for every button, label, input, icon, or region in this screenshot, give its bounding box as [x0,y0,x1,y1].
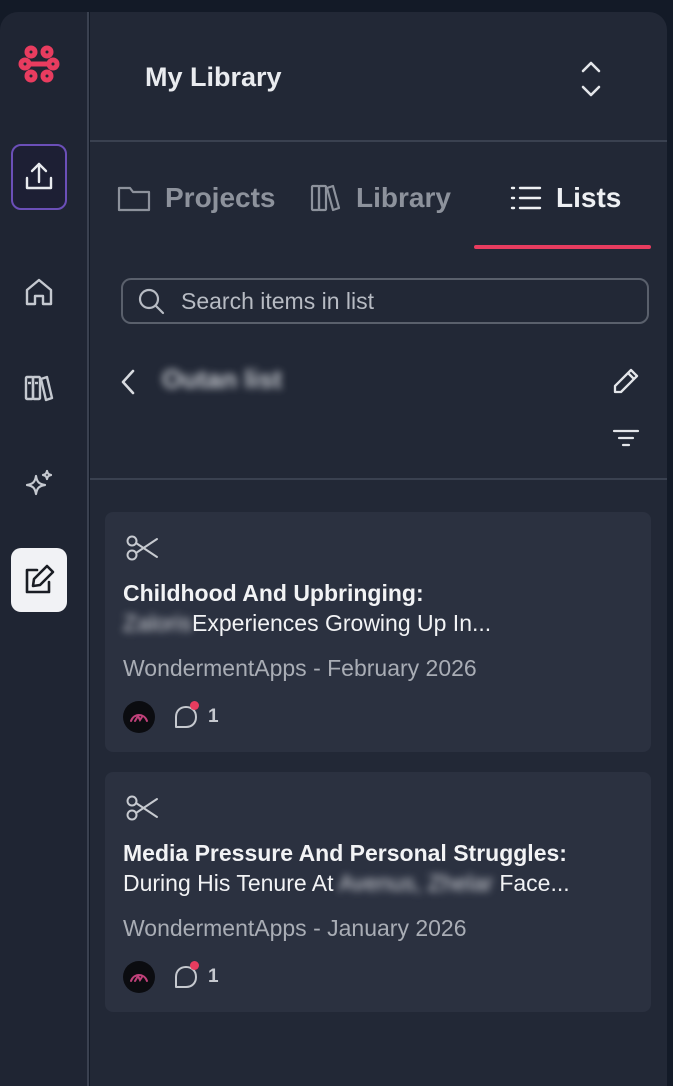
search-input[interactable] [179,286,623,316]
notes-button[interactable] [11,548,67,612]
left-rail [0,12,88,1086]
search-box [121,278,649,324]
edit-note-icon [25,564,55,594]
list-name: Outan list [162,364,282,394]
upload-icon [25,162,53,190]
item-title: Childhood And Upbringing: ZalorisExperie… [123,578,628,638]
item-title: Media Pressure And Personal Struggles: D… [123,838,628,898]
avatar [123,961,155,993]
rail-divider [87,12,89,1086]
item-meta: WondermentApps - February 2026 [123,655,477,681]
tab-lists-label: Lists [556,182,622,213]
item-footer: 1 [123,701,219,733]
app-window: My Library Projects Library Lists Search… [0,0,673,1086]
upload-button[interactable] [11,144,67,210]
comments-button[interactable]: 1 [173,701,219,730]
library-button[interactable] [11,356,67,420]
filter-icon [612,429,640,447]
list-icon [510,186,542,210]
tab-library[interactable]: Library [310,182,451,214]
search-icon [138,288,165,315]
item-title-prefix: During His Tenure At [123,870,334,896]
item-footer: 1 [123,961,219,993]
filter-button[interactable] [612,428,640,453]
item-title-rest: Experiences Growing Up In... [192,610,492,636]
pencil-icon [613,368,639,394]
item-meta: WondermentApps - January 2026 [123,915,467,941]
back-button[interactable] [120,368,136,401]
switch-library-icon[interactable] [578,60,604,103]
unread-dot [190,961,199,970]
redacted-text: Zaloris [123,610,193,636]
folder-icon [117,186,151,212]
header-divider [90,140,667,142]
rename-list-button[interactable] [612,367,640,400]
sparkle-ai-icon [25,469,53,496]
comments-button[interactable]: 1 [173,961,219,990]
item-title-heading: Media Pressure And Personal Struggles: [123,840,567,866]
books-icon [310,184,341,212]
home-button[interactable] [11,260,67,324]
tab-projects[interactable]: Projects [117,182,276,214]
tab-projects-label: Projects [165,182,276,213]
list-item[interactable]: Media Pressure And Personal Struggles: D… [105,772,651,1012]
item-title-heading: Childhood And Upbringing: [123,580,424,606]
list-divider [90,478,667,480]
list-item[interactable]: Childhood And Upbringing: ZalorisExperie… [105,512,651,752]
item-title-rest: Face... [499,870,570,896]
library-panel: My Library Projects Library Lists Search… [90,12,667,1086]
redacted-text: Avenus, Zhelar [338,870,493,896]
brand-logo-icon[interactable] [17,44,61,89]
comment-count: 1 [208,966,219,987]
chevron-left-icon [121,369,135,395]
scissors-icon [125,534,159,567]
scissors-icon [125,794,159,827]
comment-count: 1 [208,706,219,727]
home-icon [25,278,53,306]
unread-dot [190,701,199,710]
tab-library-label: Library [356,182,451,213]
active-tab-indicator [474,245,651,249]
page-title: My Library [145,62,282,92]
library-books-icon [24,375,54,402]
ai-assistant-button[interactable] [11,452,67,516]
avatar [123,701,155,733]
tab-lists[interactable]: Lists [510,182,621,214]
